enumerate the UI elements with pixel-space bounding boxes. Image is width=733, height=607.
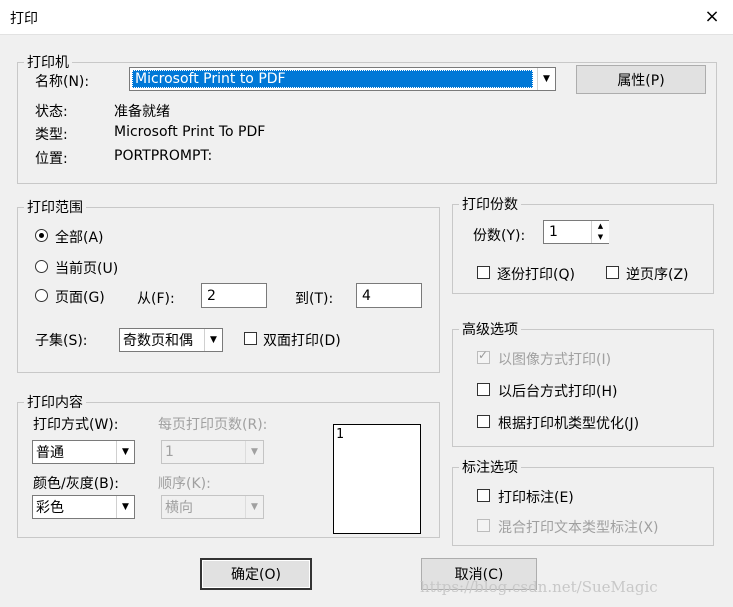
order-select[interactable]: 横向 ▼: [161, 495, 264, 519]
pages-per-sheet-label: 每页打印页数(R):: [158, 417, 268, 433]
range-current-label[interactable]: 当前页(U): [55, 258, 118, 278]
printer-legend: 打印机: [27, 55, 69, 71]
page-preview: 1: [333, 424, 421, 534]
reverse-checkbox[interactable]: [606, 266, 619, 279]
chevron-down-icon[interactable]: ▼: [245, 441, 263, 463]
mixed-markup-label: 混合打印文本类型标注(X): [498, 520, 659, 536]
markup-legend: 标注选项: [462, 460, 518, 476]
duplex-label[interactable]: 双面打印(D): [263, 330, 341, 350]
range-pages-label[interactable]: 页面(G): [55, 287, 105, 307]
optimize-checkbox[interactable]: [477, 415, 490, 428]
printer-name-select[interactable]: Microsoft Print to PDF ▼: [129, 67, 556, 91]
image-print-checkbox[interactable]: [477, 348, 490, 364]
range-all-label[interactable]: 全部(A): [55, 227, 104, 247]
chevron-down-icon[interactable]: ▼: [245, 496, 263, 518]
status-value: 准备就绪: [114, 104, 170, 120]
copies-count-value: 1: [549, 224, 558, 240]
spin-down-icon[interactable]: ▼: [592, 232, 609, 243]
location-value: PORTPROMPT:: [114, 148, 213, 164]
print-mode-select[interactable]: 普通 ▼: [32, 440, 135, 464]
print-markup-label[interactable]: 打印标注(E): [498, 487, 574, 507]
from-input[interactable]: 2: [201, 283, 267, 308]
print-content-legend: 打印内容: [27, 395, 83, 411]
background-print-checkbox[interactable]: [477, 383, 490, 396]
image-print-label: 以图像方式打印(I): [498, 352, 612, 368]
mixed-markup-checkbox[interactable]: [477, 519, 490, 532]
chevron-down-icon[interactable]: ▼: [116, 441, 134, 463]
title-bar: [0, 0, 733, 35]
order-label: 顺序(K):: [158, 476, 211, 492]
collate-label[interactable]: 逐份打印(Q): [497, 264, 575, 284]
preview-page-number: 1: [336, 427, 344, 442]
copies-spinner[interactable]: ▲ ▼: [591, 221, 609, 243]
spin-up-icon[interactable]: ▲: [592, 221, 609, 232]
range-current-radio[interactable]: [35, 260, 48, 273]
from-label: 从(F):: [137, 291, 175, 307]
print-range-legend: 打印范围: [27, 200, 83, 216]
properties-button[interactable]: 属性(P): [576, 65, 706, 94]
reverse-label[interactable]: 逆页序(Z): [626, 264, 689, 284]
ok-button[interactable]: 确定(O): [200, 558, 312, 590]
copies-count-label: 份数(Y):: [473, 228, 526, 244]
color-value: 彩色: [36, 500, 64, 516]
chevron-down-icon[interactable]: ▼: [116, 496, 134, 518]
to-label: 到(T):: [295, 291, 334, 307]
chevron-down-icon[interactable]: ▼: [537, 68, 555, 90]
pages-per-sheet-select[interactable]: 1 ▼: [161, 440, 264, 464]
order-value: 横向: [165, 500, 193, 516]
printer-name-value: Microsoft Print to PDF: [132, 70, 533, 88]
type-value: Microsoft Print To PDF: [114, 124, 266, 140]
optimize-label[interactable]: 根据打印机类型优化(J): [498, 413, 639, 433]
subset-label: 子集(S):: [35, 333, 88, 349]
close-icon[interactable]: ×: [698, 4, 726, 30]
duplex-checkbox[interactable]: [244, 332, 257, 345]
pages-per-sheet-value: 1: [165, 444, 174, 460]
advanced-legend: 高级选项: [462, 322, 518, 338]
chevron-down-icon[interactable]: ▼: [204, 329, 222, 351]
location-label: 位置:: [35, 151, 68, 167]
color-select[interactable]: 彩色 ▼: [32, 495, 135, 519]
background-print-label[interactable]: 以后台方式打印(H): [498, 381, 617, 401]
window-title: 打印: [10, 11, 38, 27]
subset-select[interactable]: 奇数页和偶 ▼: [119, 328, 223, 352]
subset-value: 奇数页和偶: [123, 333, 193, 349]
print-markup-checkbox[interactable]: [477, 489, 490, 502]
status-label: 状态:: [35, 104, 68, 120]
print-mode-label: 打印方式(W):: [33, 417, 119, 433]
range-pages-radio[interactable]: [35, 289, 48, 302]
watermark-text: https://blog.csdn.net/SueMagic: [420, 578, 658, 596]
printer-name-label: 名称(N):: [35, 74, 90, 90]
color-label: 颜色/灰度(B):: [33, 476, 119, 492]
range-all-radio[interactable]: [35, 229, 48, 242]
to-input[interactable]: 4: [356, 283, 422, 308]
type-label: 类型:: [35, 127, 68, 143]
collate-checkbox[interactable]: [477, 266, 490, 279]
copies-legend: 打印份数: [462, 197, 518, 213]
print-mode-value: 普通: [36, 445, 64, 461]
